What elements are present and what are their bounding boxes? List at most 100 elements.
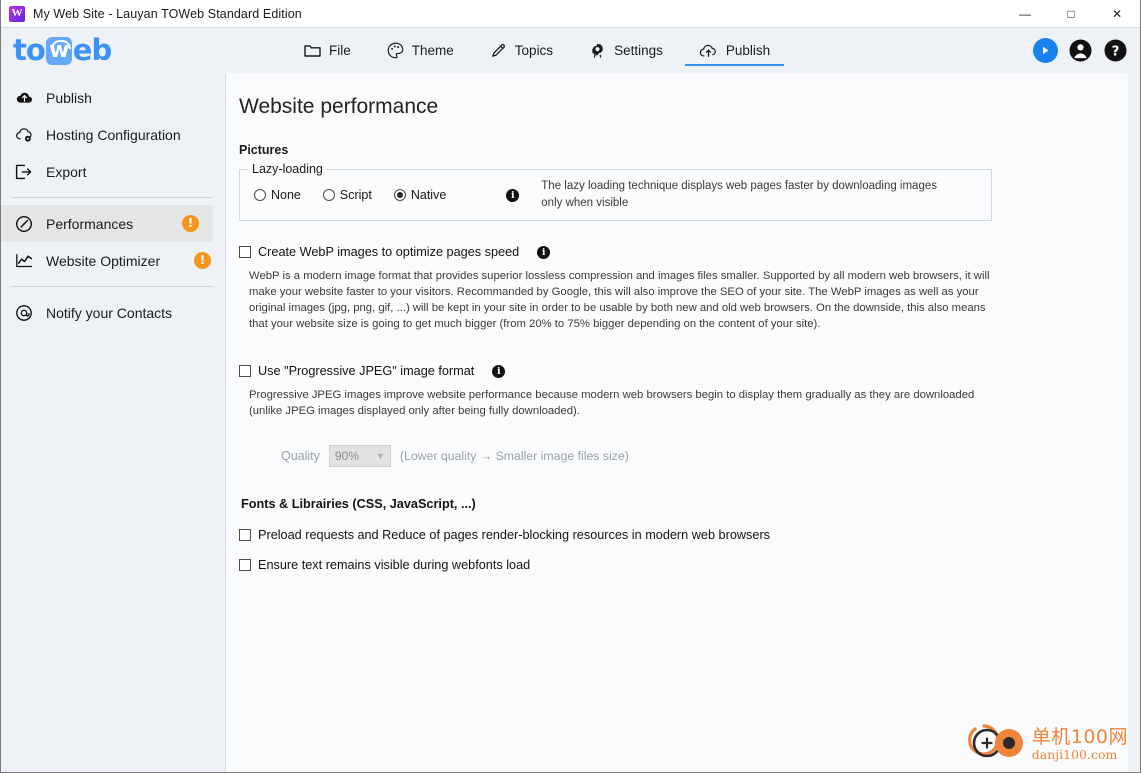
progressive-jpeg-checkbox-row[interactable]: Use "Progressive JPEG" image format i xyxy=(239,364,1128,378)
logo-text-to: to xyxy=(13,33,46,67)
cloud-upload-icon xyxy=(699,43,718,59)
radio-dot xyxy=(393,189,406,201)
info-icon[interactable]: i xyxy=(492,364,506,378)
watermark-logo-icon xyxy=(966,721,1028,768)
sidebar-item-export[interactable]: Export xyxy=(1,153,225,190)
radio-lazy-script[interactable]: Script xyxy=(322,188,372,202)
minimize-button[interactable]: — xyxy=(1002,0,1048,28)
webp-checkbox-label: Create WebP images to optimize pages spe… xyxy=(258,245,520,259)
sidebar-item-label: Performances xyxy=(46,215,134,232)
preload-requests-checkbox[interactable] xyxy=(239,529,251,542)
tab-file-label: File xyxy=(329,43,351,58)
info-icon[interactable]: i xyxy=(537,245,551,259)
chart-line-icon xyxy=(15,252,37,269)
toolbar-tabs: File Theme Topics Settings Publish xyxy=(286,28,788,73)
pictures-section-heading: Pictures xyxy=(239,143,289,157)
title-bar: W My Web Site - Lauyan TOWeb Standard Ed… xyxy=(1,0,1140,28)
quality-row: Quality 90% ▼ (Lower quality → Smaller i… xyxy=(281,445,1128,468)
fonts-section-heading: Fonts & Librairies (CSS, JavaScript, ...… xyxy=(241,497,476,512)
sidebar-item-hosting-configuration[interactable]: Hosting Configuration xyxy=(1,116,225,153)
toweb-logo[interactable]: to w eb xyxy=(13,33,112,67)
radio-dot xyxy=(254,189,266,201)
webfont-visible-checkbox[interactable] xyxy=(239,559,251,572)
sidebar-item-label: Website Optimizer xyxy=(46,252,161,269)
progressive-jpeg-checkbox-label: Use "Progressive JPEG" image format xyxy=(258,364,475,379)
radio-label: None xyxy=(271,188,301,202)
sidebar-item-label: Notify your Contacts xyxy=(46,304,173,321)
lazy-loading-groupbox: Lazy-loading None Script Native i The la… xyxy=(239,162,992,221)
radio-label: Native xyxy=(410,188,447,202)
lazy-loading-description: The lazy loading technique displays web … xyxy=(541,180,937,209)
watermark-cn-text: 单机100网 xyxy=(1031,725,1128,748)
application-window: W My Web Site - Lauyan TOWeb Standard Ed… xyxy=(0,0,1141,773)
cloud-gear-icon xyxy=(15,127,37,143)
at-sign-icon xyxy=(15,304,37,322)
close-button[interactable]: ✕ xyxy=(1094,0,1140,28)
export-icon xyxy=(15,164,37,180)
maximize-button[interactable]: □ xyxy=(1048,0,1094,28)
radio-lazy-native[interactable]: Native xyxy=(393,188,447,202)
tab-file[interactable]: File xyxy=(286,28,369,73)
webp-checkbox-row[interactable]: Create WebP images to optimize pages spe… xyxy=(239,245,1128,259)
progressive-jpeg-checkbox[interactable] xyxy=(239,365,251,378)
quality-hint: (Lower quality → Smaller image files siz… xyxy=(399,449,629,464)
quality-value: 90% xyxy=(334,449,359,464)
gauge-icon xyxy=(15,215,37,233)
help-button[interactable]: ? xyxy=(1103,38,1128,63)
status-badge: ! xyxy=(182,215,199,232)
sidebar-item-website-optimizer[interactable]: Website Optimizer ! xyxy=(1,242,225,279)
preload-requests-checkbox-row[interactable]: Preload requests and Reduce of pages ren… xyxy=(239,528,1128,542)
tab-theme[interactable]: Theme xyxy=(369,28,472,73)
sidebar-item-label: Publish xyxy=(46,89,92,106)
sidebar-item-notify-your-contacts[interactable]: Notify your Contacts xyxy=(1,294,225,331)
sidebar-divider-2 xyxy=(11,286,213,287)
folder-icon xyxy=(304,43,321,58)
window-controls: — □ ✕ xyxy=(1002,0,1140,28)
quality-select[interactable]: 90% ▼ xyxy=(328,445,391,468)
status-badge: ! xyxy=(194,252,211,269)
help-icon: ? xyxy=(1104,39,1127,62)
account-button[interactable] xyxy=(1068,38,1093,63)
sidebar-item-performances[interactable]: Performances ! xyxy=(1,205,213,242)
chevron-down-icon: ▼ xyxy=(375,451,385,462)
svg-text:?: ? xyxy=(1112,43,1120,59)
webp-description: WebP is a modern image format that provi… xyxy=(249,270,990,331)
gear-icon xyxy=(589,42,606,59)
sidebar: Publish Hosting Configuration Export Per… xyxy=(1,73,225,772)
radio-label: Script xyxy=(339,188,372,202)
lazy-loading-legend: Lazy-loading xyxy=(248,162,327,176)
toolbar-actions: ? xyxy=(1033,28,1128,73)
preview-play-button[interactable] xyxy=(1033,38,1058,63)
window-title: My Web Site - Lauyan TOWeb Standard Edit… xyxy=(33,6,302,21)
info-icon[interactable]: i xyxy=(506,188,520,202)
radio-lazy-none[interactable]: None xyxy=(254,188,301,202)
radio-dot xyxy=(322,189,335,201)
tab-publish-label: Publish xyxy=(725,43,771,58)
account-icon xyxy=(1069,39,1092,62)
webfont-visible-label: Ensure text remains visible during webfo… xyxy=(258,558,531,573)
tab-topics-label: Topics xyxy=(514,43,554,58)
quality-label: Quality xyxy=(281,449,320,464)
app-icon: W xyxy=(9,5,25,22)
watermark-url-text: danji100.com xyxy=(1031,746,1118,762)
sidebar-item-label: Hosting Configuration xyxy=(46,126,181,143)
preload-requests-label: Preload requests and Reduce of pages ren… xyxy=(258,528,771,543)
palette-icon xyxy=(387,42,404,59)
tab-theme-label: Theme xyxy=(411,43,454,58)
main-body: Publish Hosting Configuration Export Per… xyxy=(1,73,1140,772)
logo-w-badge: w xyxy=(45,36,72,65)
sidebar-item-publish[interactable]: Publish xyxy=(1,79,225,116)
tab-settings-label: Settings xyxy=(614,43,663,58)
pencil-icon xyxy=(490,42,507,59)
play-icon xyxy=(1043,46,1049,55)
tab-topics[interactable]: Topics xyxy=(472,28,571,73)
tab-settings[interactable]: Settings xyxy=(571,28,681,73)
webp-checkbox[interactable] xyxy=(239,246,251,258)
logo-text-eb: eb xyxy=(72,33,112,67)
webfont-visible-checkbox-row[interactable]: Ensure text remains visible during webfo… xyxy=(239,558,1128,572)
sidebar-item-label: Export xyxy=(46,163,87,180)
watermark: 单机100网 danji100.com xyxy=(966,721,1128,768)
tab-publish[interactable]: Publish xyxy=(681,28,788,73)
main-toolbar: to w eb File Theme Topics Settings Publi… xyxy=(1,28,1140,73)
progressive-jpeg-description: Progressive JPEG images improve website … xyxy=(249,389,975,418)
